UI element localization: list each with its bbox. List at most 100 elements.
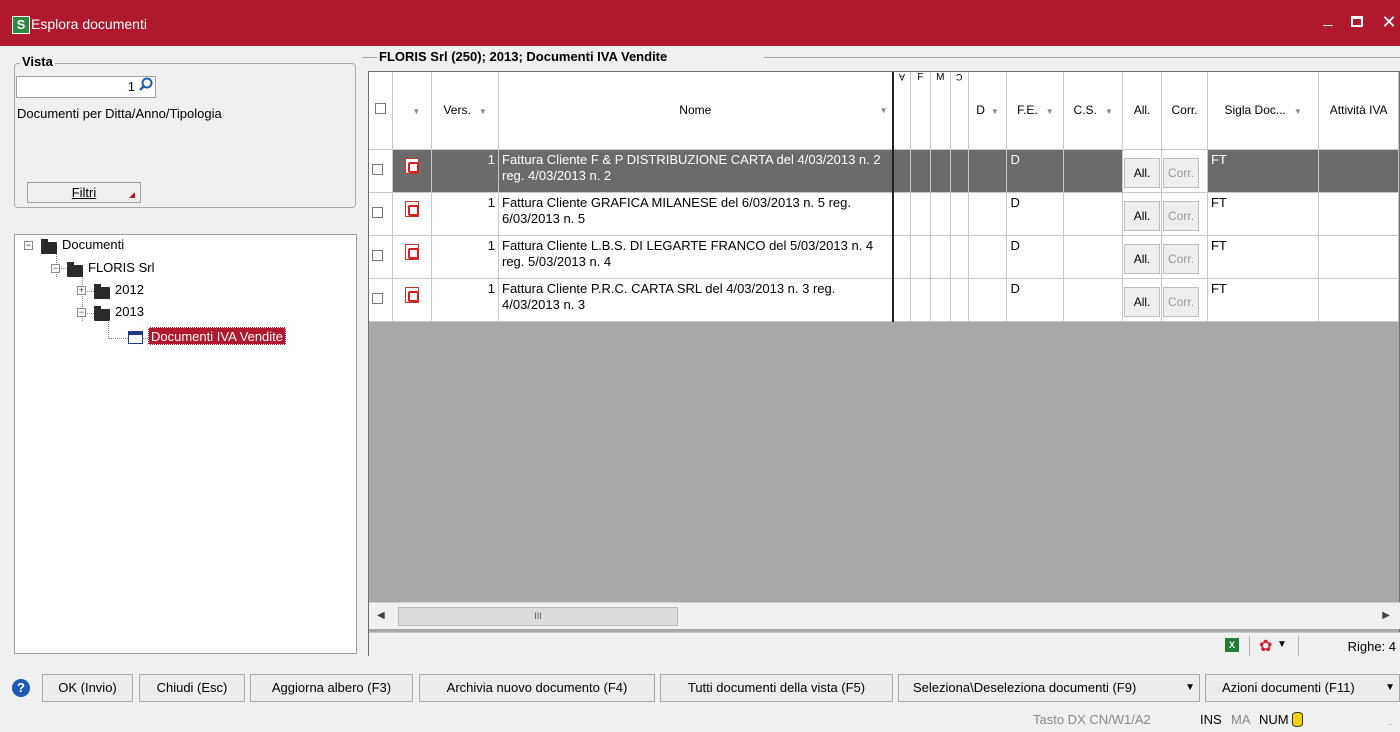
filter-arrow-icon[interactable]: ▼ <box>1294 107 1302 116</box>
table-row[interactable]: 1 Fattura Cliente GRAFICA MILANESE del 6… <box>369 192 1399 236</box>
table-row[interactable]: 1 Fattura Cliente L.B.S. DI LEGARTE FRAN… <box>369 235 1399 279</box>
folder-icon <box>41 239 57 254</box>
collapse-icon[interactable]: − <box>77 308 86 317</box>
corr-button[interactable]: Corr. <box>1163 200 1200 231</box>
filter-arrow-icon[interactable]: ▼ <box>1105 107 1113 116</box>
header-a[interactable]: A <box>892 72 911 150</box>
cell-nome: Fattura Cliente GRAFICA MILANESE del 6/0… <box>498 192 894 236</box>
all-button[interactable]: All. <box>1124 243 1161 274</box>
filtri-button[interactable]: Filtri <box>27 182 141 203</box>
header-f[interactable]: F <box>910 72 931 150</box>
scroll-right-icon[interactable]: ▶ <box>1382 610 1390 621</box>
window-title: Esplora documenti <box>31 16 147 32</box>
excel-export-icon[interactable]: X <box>1225 638 1239 652</box>
header-f-label: F <box>917 72 924 83</box>
documents-tree[interactable]: − Documenti − FLORIS Srl + 2012 − 2013 D… <box>14 234 357 654</box>
filter-arrow-icon[interactable]: ▼ <box>1046 107 1054 116</box>
header-attivita[interactable]: Attività IVA <box>1318 72 1399 150</box>
filter-arrow-icon[interactable]: ▼ <box>479 107 487 116</box>
tree-node-year-2012[interactable]: 2012 <box>115 281 144 299</box>
filter-arrow-icon[interactable]: ▼ <box>412 107 420 116</box>
pdf-icon[interactable] <box>405 200 420 217</box>
help-icon[interactable]: ? <box>12 679 30 697</box>
cell-fe: D <box>1006 192 1065 236</box>
corr-button[interactable]: Corr. <box>1163 157 1200 188</box>
pdf-icon[interactable] <box>405 157 420 174</box>
aggiorna-albero-button[interactable]: Aggiorna albero (F3) <box>250 674 413 702</box>
filter-arrow-icon[interactable]: ▼ <box>991 107 999 116</box>
archivia-nuovo-documento-button[interactable]: Archivia nuovo documento (F4) <box>419 674 655 702</box>
tree-node-documenti[interactable]: Documenti <box>62 236 124 254</box>
search-icon[interactable] <box>138 75 154 95</box>
header-cs[interactable]: C.S. ▼ <box>1063 72 1124 150</box>
cell-attivita <box>1318 149 1399 193</box>
seleziona-deseleziona-button[interactable]: Seleziona\Deseleziona documenti (F9) ▼ <box>898 674 1200 702</box>
cell-c <box>950 149 969 193</box>
cell-d <box>968 149 1008 193</box>
folder-icon <box>67 262 83 277</box>
tree-node-company[interactable]: FLORIS Srl <box>88 259 154 277</box>
row-checkbox[interactable] <box>372 292 383 304</box>
maximize-button[interactable] <box>1347 12 1367 27</box>
header-fe[interactable]: F.E. ▼ <box>1006 72 1065 150</box>
scroll-left-icon[interactable]: ◀ <box>377 610 385 621</box>
header-vers[interactable]: Vers. ▼ <box>431 72 499 150</box>
database-icon <box>1292 712 1303 727</box>
header-all-label: All. <box>1133 103 1151 118</box>
header-nome[interactable]: Nome ▼ <box>498 72 894 150</box>
folder-icon <box>94 284 110 299</box>
header-d[interactable]: D ▼ <box>968 72 1008 150</box>
all-button[interactable]: All. <box>1124 286 1161 317</box>
header-a-label: A <box>898 72 905 82</box>
header-c[interactable]: C <box>950 72 969 150</box>
header-icon-col[interactable]: ▼ <box>392 72 433 150</box>
table-row[interactable]: 1 Fattura Cliente P.R.C. CARTA SRL del 4… <box>369 278 1399 322</box>
row-checkbox[interactable] <box>372 206 383 218</box>
status-tasto: Tasto DX CN/W1/A2 <box>1033 712 1151 727</box>
vista-input[interactable]: 1 <box>16 76 156 98</box>
cell-sigla: FT <box>1207 235 1320 279</box>
header-corr[interactable]: Corr. <box>1161 72 1208 150</box>
expand-icon[interactable]: + <box>77 286 86 295</box>
horizontal-scrollbar[interactable]: ◀ III ▶ <box>369 602 1400 629</box>
cell-c <box>950 235 969 279</box>
vista-legend: Vista <box>20 54 55 69</box>
all-button[interactable]: All. <box>1124 200 1161 231</box>
filter-arrow-icon[interactable]: ▼ <box>880 106 888 115</box>
header-select-all[interactable] <box>369 72 394 150</box>
corr-button[interactable]: Corr. <box>1163 243 1200 274</box>
header-all[interactable]: All. <box>1122 72 1163 150</box>
tree-node-year-2013[interactable]: 2013 <box>115 303 144 321</box>
pdf-icon[interactable] <box>405 243 420 260</box>
all-button[interactable]: All. <box>1124 157 1161 188</box>
row-checkbox[interactable] <box>372 249 383 261</box>
tree-node-documenti-iva-vendite[interactable]: Documenti IVA Vendite <box>148 327 287 345</box>
chevron-down-icon[interactable]: ▼ <box>1277 639 1287 650</box>
cell-d <box>968 278 1008 322</box>
status-ins: INS <box>1200 712 1222 727</box>
header-m[interactable]: M <box>930 72 951 150</box>
row-checkbox[interactable] <box>372 163 383 175</box>
cell-attivita <box>1318 192 1399 236</box>
gear-icon[interactable]: ✿ <box>1259 636 1272 656</box>
pdf-icon[interactable] <box>405 286 420 303</box>
checkbox[interactable] <box>375 103 387 115</box>
chiudi-button[interactable]: Chiudi (Esc) <box>139 674 245 702</box>
scroll-thumb[interactable]: III <box>398 607 678 626</box>
close-button[interactable]: ✕ <box>1379 12 1399 33</box>
grid-legend: FLORIS Srl (250); 2013; Documenti IVA Ve… <box>377 49 670 64</box>
minimize-button[interactable]: _ <box>1318 10 1338 28</box>
header-sigla[interactable]: Sigla Doc... ▼ <box>1207 72 1320 150</box>
corr-button[interactable]: Corr. <box>1163 286 1200 317</box>
ok-button[interactable]: OK (Invio) <box>42 674 133 702</box>
separator <box>1249 636 1250 656</box>
azioni-documenti-button[interactable]: Azioni documenti (F11) ▼ <box>1205 674 1400 702</box>
tutti-documenti-button[interactable]: Tutti documenti della vista (F5) <box>660 674 893 702</box>
collapse-icon[interactable]: − <box>51 264 60 273</box>
table-icon <box>128 331 143 344</box>
cell-attivita <box>1318 278 1399 322</box>
table-row[interactable]: 1 Fattura Cliente F & P DISTRIBUZIONE CA… <box>369 149 1399 193</box>
collapse-icon[interactable]: − <box>24 241 33 250</box>
documents-grid[interactable]: ▼ Vers. ▼ Nome ▼ A F M C D ▼ F.E. ▼ C.S. ▼ Al… <box>368 71 1400 656</box>
resize-grip-icon[interactable]: .. <box>1388 718 1392 727</box>
